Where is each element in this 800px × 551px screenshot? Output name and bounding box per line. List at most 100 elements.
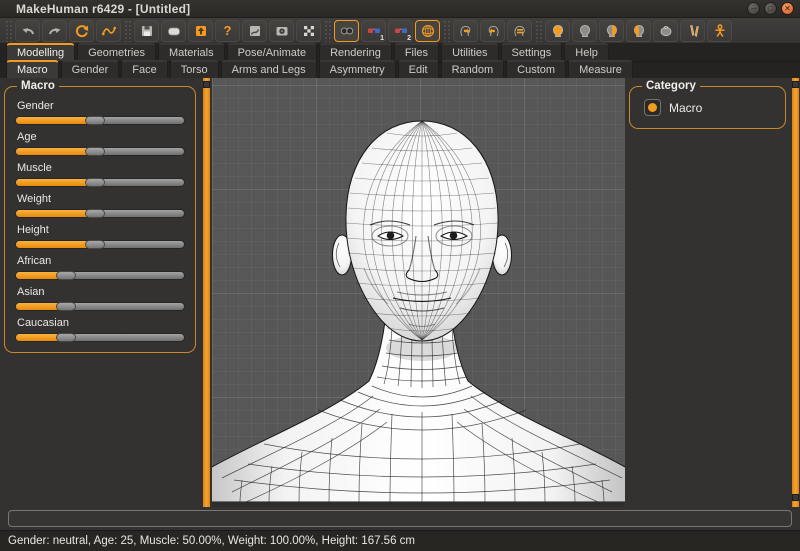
category-panel: Category Macro — [625, 78, 790, 507]
slider-block-caucasian: Caucasian — [15, 317, 185, 342]
title-bar[interactable]: MakeHuman r6429 - [Untitled] – □ ✕ — [0, 0, 800, 18]
render-camera-icon[interactable] — [269, 20, 294, 42]
asian-slider[interactable] — [15, 302, 185, 311]
tab-help[interactable]: Help — [564, 43, 609, 61]
tab-geometries[interactable]: Geometries — [77, 43, 156, 61]
slider-block-age: Age — [15, 131, 185, 156]
tab-materials[interactable]: Materials — [158, 43, 225, 61]
radio-label: Macro — [669, 101, 702, 115]
splitter-bar[interactable] — [203, 78, 210, 507]
subtab-torso[interactable]: Torso — [170, 60, 219, 78]
splitter-handle[interactable] — [203, 81, 210, 88]
maximize-button[interactable]: □ — [764, 2, 777, 15]
reset-view-icon[interactable] — [507, 20, 532, 42]
weight-slider[interactable] — [15, 209, 185, 218]
slider-label: Age — [17, 131, 185, 143]
bottom-view-icon[interactable] — [680, 20, 705, 42]
slider-label: Caucasian — [17, 317, 185, 329]
slider-handle[interactable] — [85, 240, 105, 249]
status-bar: Gender: neutral, Age: 25, Muscle: 50.00%… — [0, 530, 800, 551]
reset-icon[interactable] — [69, 20, 94, 42]
viewport-3d[interactable] — [212, 78, 625, 507]
toolbar: ? 1 2 — [0, 18, 800, 44]
left-splitter[interactable] — [200, 78, 212, 507]
front-view-icon[interactable] — [545, 20, 570, 42]
splitter-bar[interactable] — [792, 78, 799, 507]
radio-button[interactable] — [644, 99, 661, 116]
right-splitter[interactable] — [790, 78, 800, 507]
subtab-face[interactable]: Face — [121, 60, 167, 78]
slider-label: Gender — [17, 100, 185, 112]
slider-handle[interactable] — [56, 271, 76, 280]
subtab-measure[interactable]: Measure — [568, 60, 633, 78]
tab-pose-animate[interactable]: Pose/Animate — [227, 43, 317, 61]
category-option-macro[interactable]: Macro — [640, 94, 775, 118]
slider-label: Asian — [17, 286, 185, 298]
african-slider[interactable] — [15, 271, 185, 280]
subtab-custom[interactable]: Custom — [506, 60, 566, 78]
macro-group: Macro Gender Age Muscle Weight — [4, 80, 196, 353]
minimize-button[interactable]: – — [747, 2, 760, 15]
height-slider[interactable] — [15, 240, 185, 249]
slider-block-asian: Asian — [15, 286, 185, 311]
slider-block-muscle: Muscle — [15, 162, 185, 187]
status-text: Gender: neutral, Age: 25, Muscle: 50.00%… — [0, 535, 415, 547]
background-checker-icon[interactable] — [296, 20, 321, 42]
load-icon[interactable] — [161, 20, 186, 42]
subtab-edit[interactable]: Edit — [398, 60, 439, 78]
slider-handle[interactable] — [85, 209, 105, 218]
splitter-handle[interactable] — [792, 494, 799, 501]
rotate-view-right-icon[interactable] — [453, 20, 478, 42]
splitter-handle[interactable] — [792, 81, 799, 88]
smooth-curve-icon[interactable] — [96, 20, 121, 42]
back-view-icon[interactable] — [572, 20, 597, 42]
tab-rendering[interactable]: Rendering — [319, 43, 392, 61]
macro-group-title: Macro — [17, 80, 59, 92]
slider-handle[interactable] — [85, 147, 105, 156]
save-render-icon[interactable] — [242, 20, 267, 42]
subtab-arms-and-legs[interactable]: Arms and Legs — [221, 60, 317, 78]
slider-label: African — [17, 255, 185, 267]
macro-panel: Macro Gender Age Muscle Weight — [0, 78, 200, 507]
subtab-gender[interactable]: Gender — [61, 60, 120, 78]
right-view-icon[interactable] — [599, 20, 624, 42]
muscle-slider[interactable] — [15, 178, 185, 187]
toolbar-separator — [535, 20, 542, 42]
slider-block-weight: Weight — [15, 193, 185, 218]
tab-files[interactable]: Files — [394, 43, 439, 61]
global-camera-icon[interactable] — [707, 20, 732, 42]
gender-slider[interactable] — [15, 116, 185, 125]
slider-block-height: Height — [15, 224, 185, 249]
slider-handle[interactable] — [85, 116, 105, 125]
progress-bar — [8, 510, 792, 527]
tab-settings[interactable]: Settings — [501, 43, 563, 61]
rotate-view-left-icon[interactable] — [480, 20, 505, 42]
undo-icon[interactable] — [15, 20, 40, 42]
stereo-view-2-icon[interactable]: 2 — [388, 20, 413, 42]
redo-icon[interactable] — [42, 20, 67, 42]
close-button[interactable]: ✕ — [781, 2, 794, 15]
mono-view-icon[interactable] — [334, 20, 359, 42]
top-view-icon[interactable] — [653, 20, 678, 42]
tab-utilities[interactable]: Utilities — [441, 43, 498, 61]
subtab-macro[interactable]: Macro — [6, 60, 59, 78]
help-icon[interactable]: ? — [215, 20, 240, 42]
age-slider[interactable] — [15, 147, 185, 156]
subtab-random[interactable]: Random — [441, 60, 505, 78]
main-tab-bar: Modelling Geometries Materials Pose/Anim… — [0, 44, 800, 61]
tab-modelling[interactable]: Modelling — [6, 43, 75, 61]
export-icon[interactable] — [188, 20, 213, 42]
slider-handle[interactable] — [85, 178, 105, 187]
left-view-icon[interactable] — [626, 20, 651, 42]
stereo-view-1-icon[interactable]: 1 — [361, 20, 386, 42]
wireframe-view-icon[interactable] — [415, 20, 440, 42]
slider-handle[interactable] — [56, 333, 76, 342]
toolbar-separator — [124, 20, 131, 42]
window-controls: – □ ✕ — [747, 2, 800, 15]
human-mesh — [212, 78, 625, 502]
save-icon[interactable] — [134, 20, 159, 42]
slider-handle[interactable] — [56, 302, 76, 311]
subtab-asymmetry[interactable]: Asymmetry — [319, 60, 396, 78]
caucasian-slider[interactable] — [15, 333, 185, 342]
toolbar-separator — [5, 20, 12, 42]
